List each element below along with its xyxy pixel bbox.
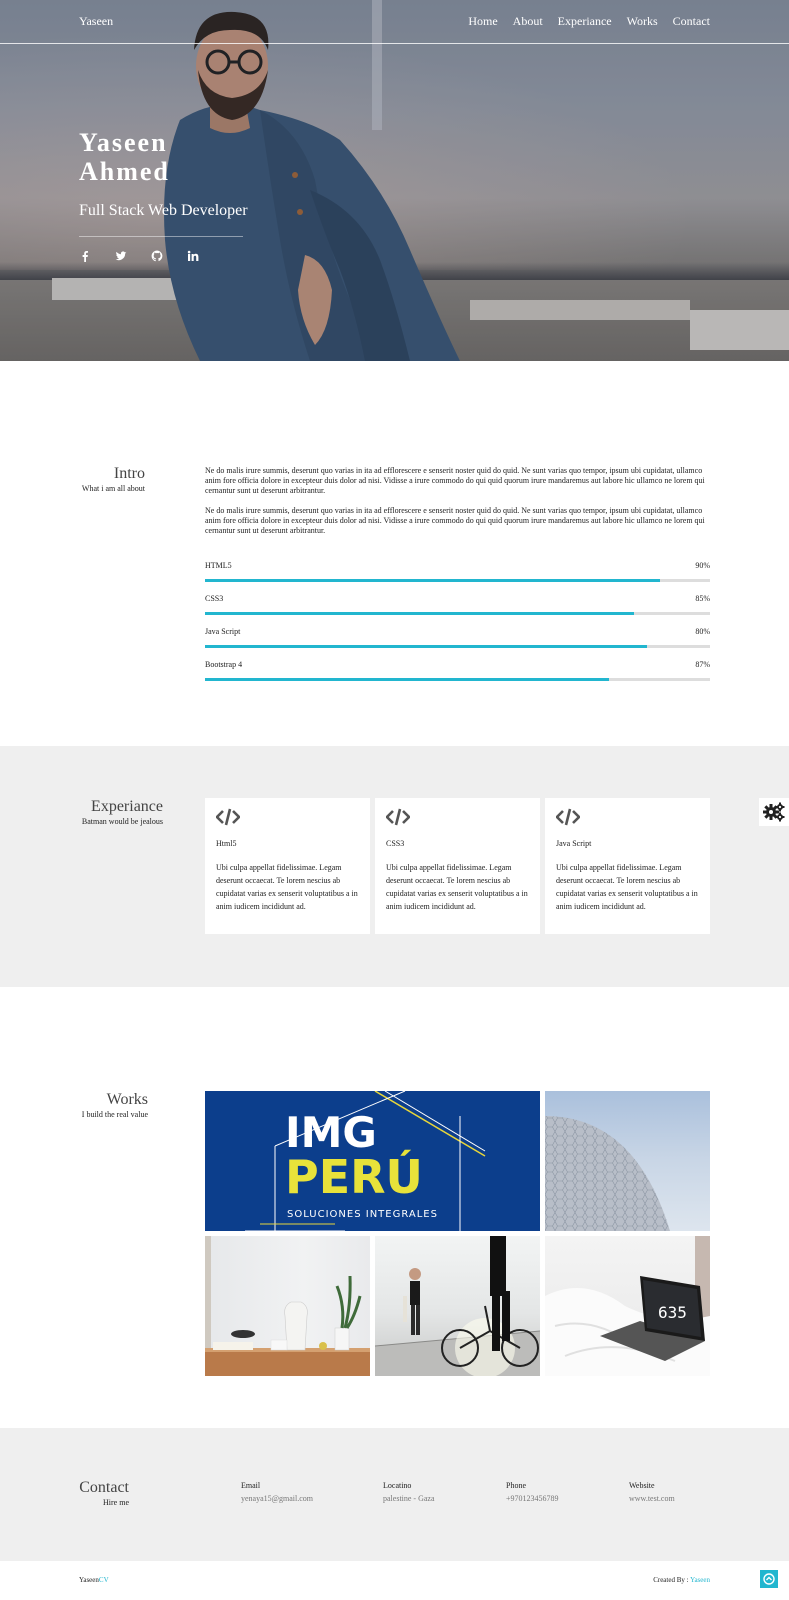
skill-percent: 90% bbox=[695, 561, 710, 570]
contact-subtitle: Hire me bbox=[103, 1498, 129, 1507]
nav-link-about[interactable]: About bbox=[513, 14, 543, 29]
code-icon bbox=[216, 808, 240, 826]
contact-phone-value[interactable]: +970123456789 bbox=[506, 1494, 559, 1503]
dome-image bbox=[545, 1116, 670, 1231]
skill-bar-css3: CSS3 85% bbox=[205, 594, 710, 624]
skill-fill bbox=[205, 678, 609, 681]
skill-percent: 87% bbox=[695, 660, 710, 669]
footer-credit-name[interactable]: Yaseen bbox=[690, 1576, 710, 1584]
contact-location-value: palestine - Gaza bbox=[383, 1494, 435, 1503]
experience-card: Java Script Ubi culpa appellat fidelissi… bbox=[545, 798, 710, 934]
skill-fill bbox=[205, 579, 660, 582]
footer-credit-prefix: Created By : bbox=[653, 1576, 689, 1584]
facebook-icon[interactable] bbox=[79, 250, 91, 262]
contact-website-label: Website bbox=[629, 1481, 655, 1490]
experience-card: Html5 Ubi culpa appellat fidelissimae. L… bbox=[205, 798, 370, 934]
skill-percent: 85% bbox=[695, 594, 710, 603]
experience-card-title: Java Script bbox=[556, 839, 592, 848]
code-icon bbox=[556, 808, 580, 826]
skill-name: CSS3 bbox=[205, 594, 224, 603]
experience-card: CSS3 Ubi culpa appellat fidelissimae. Le… bbox=[375, 798, 540, 934]
skill-bar-javascript: Java Script 80% bbox=[205, 627, 710, 657]
nav-link-works[interactable]: Works bbox=[627, 14, 658, 29]
footer-brand: YaseenCV bbox=[79, 1576, 109, 1584]
works-subtitle: I build the real value bbox=[81, 1110, 148, 1119]
hero-last-name: Ahmed bbox=[79, 157, 170, 186]
experience-subtitle: Batman would be jealous bbox=[81, 817, 163, 826]
skill-track bbox=[205, 579, 710, 582]
skill-percent: 80% bbox=[695, 627, 710, 636]
work-item-still-life[interactable] bbox=[205, 1236, 370, 1376]
gear-icon bbox=[763, 802, 785, 822]
twitter-icon[interactable] bbox=[115, 250, 127, 262]
skill-fill bbox=[205, 645, 647, 648]
skill-name: Bootstrap 4 bbox=[205, 660, 243, 669]
skill-bar-bootstrap: Bootstrap 4 87% bbox=[205, 660, 710, 690]
skill-track bbox=[205, 612, 710, 615]
settings-gear-button[interactable] bbox=[759, 798, 789, 826]
github-icon[interactable] bbox=[151, 250, 163, 262]
svg-text:635: 635 bbox=[658, 1303, 687, 1322]
footer-credit: Created By : Yaseen bbox=[653, 1576, 710, 1584]
experience-card-title: CSS3 bbox=[386, 839, 405, 848]
still-life-image bbox=[205, 1236, 370, 1376]
work-item-laptop[interactable]: 635 bbox=[545, 1236, 710, 1376]
contact-email-label: Email bbox=[241, 1481, 261, 1490]
nav-menu: Home About Experiance Works Contact bbox=[468, 14, 710, 29]
experience-card-title: Html5 bbox=[216, 839, 237, 848]
experience-title: Experiance bbox=[91, 798, 163, 815]
skill-bar-html5: HTML5 90% bbox=[205, 561, 710, 591]
contact-title: Contact bbox=[79, 1479, 129, 1496]
contact-email-value[interactable]: yenaya15@gmail.com bbox=[241, 1494, 313, 1503]
work-item-img-peru[interactable]: IMG PERÚ SOLUCIONES INTEGRALES bbox=[205, 1091, 540, 1231]
skill-name: HTML5 bbox=[205, 561, 232, 570]
intro-subtitle: What i am all about bbox=[81, 484, 145, 493]
img-peru-line1: IMG bbox=[285, 1108, 377, 1157]
intro-paragraph: Ne do malis irure summis, deserunt quo v… bbox=[205, 466, 705, 495]
laptop-image: 635 bbox=[545, 1236, 710, 1376]
nav-brand[interactable]: Yaseen bbox=[79, 14, 113, 29]
footer-brand-main: Yaseen bbox=[79, 1576, 99, 1584]
code-icon bbox=[386, 808, 410, 826]
hero-first-name: Yaseen bbox=[79, 128, 168, 157]
img-peru-line3: SOLUCIONES INTEGRALES bbox=[287, 1209, 438, 1220]
scroll-to-top-button[interactable] bbox=[760, 1570, 778, 1588]
img-peru-line2: PERÚ bbox=[285, 1150, 423, 1204]
linkedin-icon[interactable] bbox=[187, 250, 199, 262]
hero-divider bbox=[79, 236, 243, 237]
contact-website-value[interactable]: www.test.com bbox=[629, 1494, 675, 1503]
social-links bbox=[79, 250, 199, 262]
contact-phone-label: Phone bbox=[506, 1481, 526, 1490]
contact-location-label: Locatino bbox=[383, 1481, 412, 1490]
nav-link-home[interactable]: Home bbox=[468, 14, 497, 29]
skill-track bbox=[205, 678, 710, 681]
arrow-up-circle-icon bbox=[763, 1573, 775, 1585]
hero-role: Full Stack Web Developer bbox=[79, 202, 248, 219]
skill-fill bbox=[205, 612, 635, 615]
footer-brand-accent: CV bbox=[98, 1576, 109, 1584]
nav-link-experiance[interactable]: Experiance bbox=[558, 14, 612, 29]
experience-card-text: Ubi culpa appellat fidelissimae. Legam d… bbox=[386, 863, 528, 911]
experience-card-text: Ubi culpa appellat fidelissimae. Legam d… bbox=[216, 863, 358, 911]
intro-title: Intro bbox=[113, 465, 145, 482]
intro-paragraph: Ne do malis irure summis, deserunt quo v… bbox=[205, 506, 705, 535]
work-item-bmx[interactable] bbox=[375, 1236, 540, 1376]
bmx-image bbox=[375, 1236, 540, 1376]
works-title: Works bbox=[106, 1091, 148, 1108]
skill-track bbox=[205, 645, 710, 648]
nav-link-contact[interactable]: Contact bbox=[673, 14, 710, 29]
top-navbar: Yaseen Home About Experiance Works Conta… bbox=[0, 0, 789, 44]
skill-name: Java Script bbox=[205, 627, 241, 636]
work-item-dome[interactable] bbox=[545, 1091, 710, 1231]
hero-name: Yaseen Ahmed bbox=[79, 128, 239, 186]
experience-card-text: Ubi culpa appellat fidelissimae. Legam d… bbox=[556, 863, 698, 911]
